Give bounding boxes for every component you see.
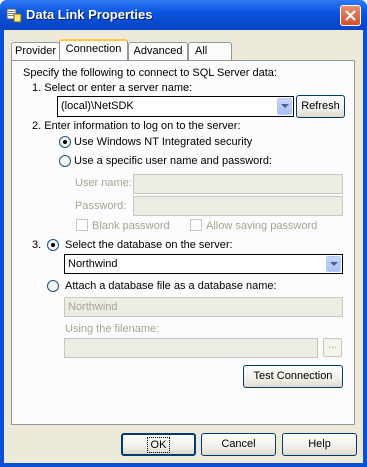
nt-security-label[interactable]: Use Windows NT Integrated security [74, 136, 252, 148]
chevron-down-icon[interactable] [277, 98, 292, 115]
tab-advanced[interactable]: Advanced [128, 42, 188, 60]
tab-provider[interactable]: Provider [11, 42, 60, 60]
dialog-window: Data Link Properties Provider Connection… [0, 0, 367, 467]
dialog-client-area: Provider Connection Advanced All Specify… [4, 30, 363, 463]
specific-user-radio[interactable] [59, 155, 71, 167]
select-db-radio[interactable] [47, 239, 59, 251]
step2-label: 2. Enter information to log on to the se… [32, 120, 241, 132]
allow-saving-checkbox[interactable] [190, 219, 202, 231]
connection-tab-panel: Specify the following to connect to SQL … [11, 60, 355, 425]
server-name-combo[interactable]: (local)\NetSDK [57, 96, 294, 117]
filename-input[interactable] [64, 338, 318, 358]
intro-text: Specify the following to connect to SQL … [23, 67, 277, 79]
tab-advanced-label: Advanced [133, 45, 183, 57]
select-db-label[interactable]: Select the database on the server: [65, 239, 233, 251]
blank-password-checkbox[interactable] [76, 219, 88, 231]
specific-user-label[interactable]: Use a specific user name and password: [74, 155, 272, 167]
tab-all[interactable]: All [188, 42, 232, 60]
database-value: Northwind [68, 258, 118, 270]
test-connection-button[interactable]: Test Connection [243, 365, 343, 388]
database-combo[interactable]: Northwind [64, 254, 343, 274]
window-title: Data Link Properties [26, 7, 153, 22]
using-filename-label: Using the filename: [65, 323, 160, 335]
server-name-value: (local)\NetSDK [61, 100, 134, 112]
user-name-label: User name: [75, 177, 132, 189]
chevron-down-icon[interactable] [326, 256, 341, 272]
attach-db-name-input[interactable]: Northwind [64, 297, 343, 317]
step3-label: 3. [32, 239, 42, 251]
ok-button-label: OK [146, 437, 171, 453]
title-bar[interactable]: Data Link Properties [0, 0, 367, 30]
close-icon [345, 10, 356, 21]
user-name-input[interactable] [133, 174, 343, 194]
allow-saving-label[interactable]: Allow saving password [206, 220, 317, 232]
attach-db-label[interactable]: Attach a database file as a database nam… [65, 280, 277, 292]
tab-provider-label: Provider [15, 45, 56, 57]
cancel-button[interactable]: Cancel [201, 433, 276, 456]
browse-button[interactable]: ... [323, 338, 342, 357]
password-label: Password: [75, 200, 127, 212]
nt-security-radio[interactable] [59, 136, 71, 148]
password-input[interactable] [133, 196, 343, 216]
blank-password-label[interactable]: Blank password [92, 220, 170, 232]
refresh-button[interactable]: Refresh [296, 95, 345, 118]
tab-connection-label: Connection [65, 43, 122, 55]
ok-button[interactable]: OK [121, 433, 196, 456]
close-button[interactable] [340, 5, 361, 26]
tab-connection[interactable]: Connection [59, 39, 128, 60]
tab-all-label: All [195, 45, 208, 57]
step1-label: 1. Select or enter a server name: [32, 82, 193, 94]
attach-db-name-value: Northwind [68, 301, 118, 313]
attach-db-radio[interactable] [47, 280, 59, 292]
data-link-icon [6, 8, 22, 23]
help-button[interactable]: Help [282, 433, 357, 456]
